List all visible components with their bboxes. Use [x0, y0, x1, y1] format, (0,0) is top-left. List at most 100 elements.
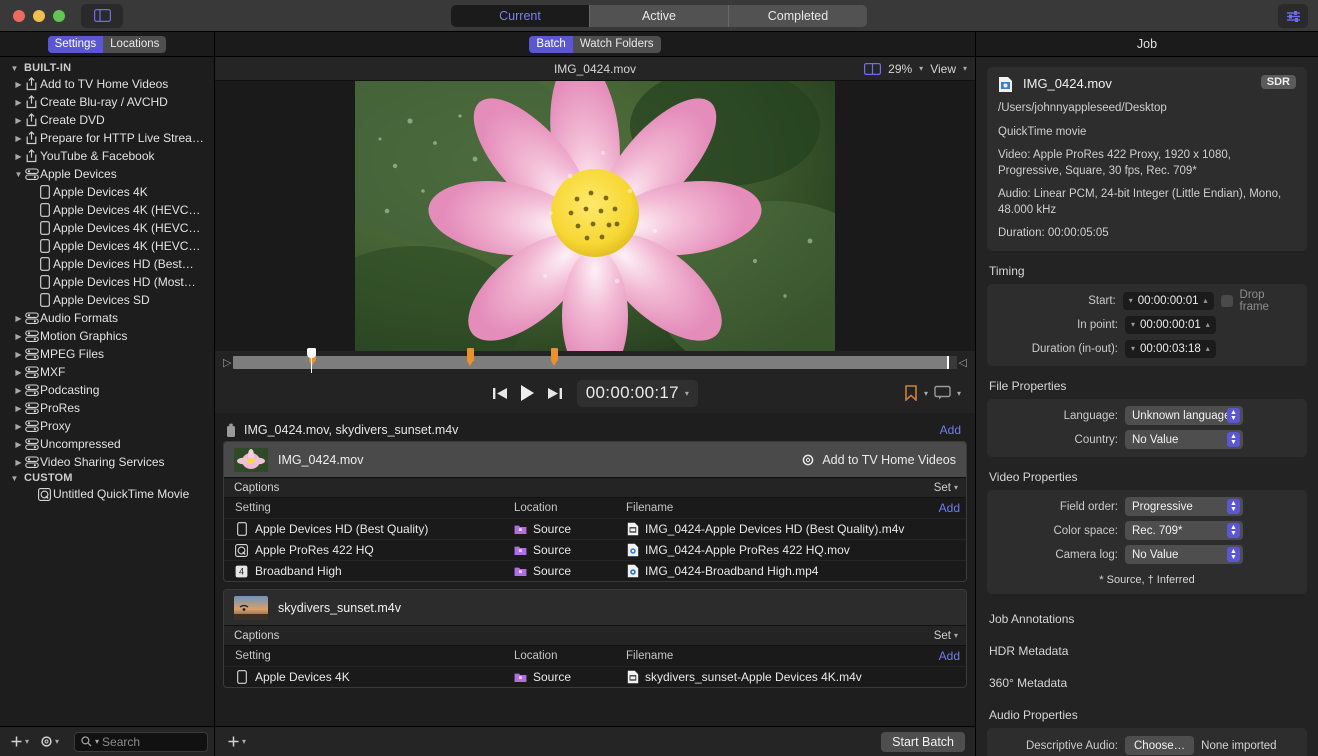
captions-row[interactable]: Captions Set ▾: [224, 625, 966, 646]
sidebar-item-mxf[interactable]: ▶ MXF: [0, 363, 214, 381]
tab-watch-folders[interactable]: Watch Folders: [573, 36, 661, 53]
tab-locations[interactable]: Locations: [103, 36, 166, 53]
job-card[interactable]: skydivers_sunset.m4v Captions Set ▾ Setting L…: [223, 589, 967, 688]
chevron-down-icon[interactable]: ▾: [1131, 320, 1135, 329]
disclosure-triangle-icon[interactable]: ▶: [14, 98, 23, 107]
stepper-arrows-icon[interactable]: ▲ ▼: [1227, 547, 1240, 563]
range-end-handle[interactable]: ◁: [959, 356, 967, 369]
preview-stage[interactable]: [215, 81, 975, 351]
play-icon[interactable]: [519, 384, 536, 402]
scrubber-row[interactable]: ▷ ◁: [215, 347, 975, 375]
view-menu-button[interactable]: View: [930, 62, 956, 76]
output-row[interactable]: Apple Devices 4K Source skydivers_sunset-A…: [224, 666, 966, 687]
job-header[interactable]: skydivers_sunset.m4v: [224, 590, 966, 625]
output-row[interactable]: 4 Broadband High Source IMG_0424-Broadband …: [224, 560, 966, 581]
start-stepper[interactable]: ▾ 00:00:00:01 ▴: [1122, 291, 1214, 310]
sidebar-item-untitled-quicktime-movie[interactable]: Untitled QuickTime Movie: [0, 485, 214, 503]
sidebar-item-video-sharing-services[interactable]: ▶ Video Sharing Services: [0, 453, 214, 471]
sidebar-tabs[interactable]: Settings Locations: [47, 35, 167, 53]
disclosure-triangle-icon[interactable]: ▶: [14, 152, 23, 161]
sidebar-item-apple-devices-hd-best[interactable]: Apple Devices HD (Best…: [0, 255, 214, 273]
stepper-arrows-icon[interactable]: ▲ ▼: [1227, 432, 1240, 448]
sidebar-item-apple-devices-4k-hevc[interactable]: Apple Devices 4K (HEVC…: [0, 201, 214, 219]
timeline-marker[interactable]: [467, 347, 475, 366]
disclosure-triangle-icon[interactable]: ▶: [14, 134, 23, 143]
disclosure-triangle-icon[interactable]: ▶: [14, 386, 23, 395]
stepper-arrows-icon[interactable]: ▲ ▼: [1227, 523, 1240, 539]
chevron-up-icon[interactable]: ▴: [1206, 320, 1210, 329]
field-order-popup[interactable]: Progressive ▲ ▼: [1125, 497, 1243, 517]
captions-set-button[interactable]: Set ▾: [934, 630, 958, 642]
settings-tree[interactable]: ▼ BUILT-IN ▶ Add to TV Home Videos ▶ Create B…: [0, 57, 214, 726]
sidebar-item-apple-devices-4k-hevc[interactable]: Apple Devices 4K (HEVC…: [0, 219, 214, 237]
sidebar-item-proxy[interactable]: ▶ Proxy: [0, 417, 214, 435]
add-output-link[interactable]: Add: [939, 649, 960, 663]
action-gear-button[interactable]: ▾: [36, 735, 63, 748]
disclosure-triangle-icon[interactable]: ▶: [14, 422, 23, 431]
close-button[interactable]: [13, 9, 25, 22]
country-popup[interactable]: No Value ▲ ▼: [1125, 430, 1243, 450]
disclosure-triangle-icon[interactable]: ▶: [14, 314, 23, 323]
job-card[interactable]: IMG_0424.mov Add to TV Home Videos Caption…: [223, 441, 967, 582]
tab-batch[interactable]: Batch: [529, 35, 573, 53]
disclosure-triangle-icon[interactable]: ▶: [14, 80, 23, 89]
disclosure-triangle-icon[interactable]: ▶: [14, 350, 23, 359]
split-view-icon[interactable]: [864, 62, 882, 75]
disclosure-triangle-icon[interactable]: ▼: [14, 170, 23, 179]
timecode-display[interactable]: 00:00:00:17 ▾: [576, 379, 699, 407]
in-point-stepper[interactable]: ▾ 00:00:00:01 ▴: [1125, 315, 1216, 334]
add-job-link[interactable]: Add: [940, 423, 961, 437]
stepper-arrows-icon[interactable]: ▲ ▼: [1227, 499, 1240, 515]
job-annotations-title[interactable]: Job Annotations: [989, 612, 1307, 626]
sliders-icon[interactable]: [1278, 4, 1308, 28]
marker-icon[interactable]: [904, 385, 918, 401]
sidebar-item-prepare-for-http-live-strea[interactable]: ▶ Prepare for HTTP Live Strea…: [0, 129, 214, 147]
disclosure-triangle-icon[interactable]: ▶: [14, 404, 23, 413]
inspector-content[interactable]: IMG_0424.mov SDR /Users/johnnyappleseed/…: [976, 57, 1318, 756]
caption-balloon-icon[interactable]: [934, 385, 951, 401]
sidebar-group-built-in[interactable]: ▼ BUILT-IN: [0, 61, 214, 75]
sidebar-item-create-blu-ray-avchd[interactable]: ▶ Create Blu-ray / AVCHD: [0, 93, 214, 111]
range-start-handle[interactable]: ▷: [223, 356, 231, 369]
sidebar-item-audio-formats[interactable]: ▶ Audio Formats: [0, 309, 214, 327]
gear-icon[interactable]: [801, 453, 815, 467]
disclosure-triangle-icon[interactable]: ▼: [10, 474, 19, 483]
sidebar-item-youtube-facebook[interactable]: ▶ YouTube & Facebook: [0, 147, 214, 165]
sidebar-item-apple-devices-hd-most[interactable]: Apple Devices HD (Most…: [0, 273, 214, 291]
disclosure-triangle-icon[interactable]: ▶: [14, 368, 23, 377]
chevron-down-icon[interactable]: ▾: [957, 389, 961, 398]
sidebar-item-apple-devices-sd[interactable]: Apple Devices SD: [0, 291, 214, 309]
sidebar-toggle-icon[interactable]: [81, 3, 123, 28]
duration-stepper[interactable]: ▾ 00:00:03:18 ▴: [1125, 339, 1216, 358]
sidebar-item-podcasting[interactable]: ▶ Podcasting: [0, 381, 214, 399]
chevron-down-icon[interactable]: ▾: [685, 389, 689, 398]
tab-completed[interactable]: Completed: [729, 5, 867, 27]
job-preset[interactable]: Add to TV Home Videos: [801, 453, 956, 467]
skip-to-end-icon[interactable]: [546, 386, 563, 401]
start-batch-button[interactable]: Start Batch: [881, 731, 965, 752]
disclosure-triangle-icon[interactable]: ▶: [14, 116, 23, 125]
color-space-popup[interactable]: Rec. 709* ▲ ▼: [1125, 521, 1243, 541]
hdr-metadata-title[interactable]: HDR Metadata: [989, 644, 1307, 658]
sidebar-item-prores[interactable]: ▶ ProRes: [0, 399, 214, 417]
sidebar-group-custom[interactable]: ▼ CUSTOM: [0, 471, 214, 485]
sidebar-item-uncompressed[interactable]: ▶ Uncompressed: [0, 435, 214, 453]
zoom-level[interactable]: 29%: [888, 62, 912, 76]
sidebar-item-add-to-tv-home-videos[interactable]: ▶ Add to TV Home Videos: [0, 75, 214, 93]
drop-frame-checkbox[interactable]: [1220, 294, 1233, 307]
chevron-down-icon[interactable]: ▾: [924, 389, 928, 398]
output-row[interactable]: Apple Devices HD (Best Quality) Source IMG…: [224, 518, 966, 539]
tab-current[interactable]: Current: [451, 4, 590, 27]
disclosure-triangle-icon[interactable]: ▼: [10, 64, 19, 73]
sidebar-item-create-dvd[interactable]: ▶ Create DVD: [0, 111, 214, 129]
camera-log-popup[interactable]: No Value ▲ ▼: [1125, 545, 1243, 565]
captions-set-button[interactable]: Set ▾: [934, 482, 958, 494]
tab-settings[interactable]: Settings: [47, 35, 104, 53]
sidebar-item-apple-devices-4k[interactable]: Apple Devices 4K: [0, 183, 214, 201]
zoom-button[interactable]: [53, 9, 65, 22]
stepper-arrows-icon[interactable]: ▲ ▼: [1227, 408, 1240, 424]
sidebar-item-mpeg-files[interactable]: ▶ MPEG Files: [0, 345, 214, 363]
minimize-button[interactable]: [33, 9, 45, 22]
sidebar-item-apple-devices[interactable]: ▼ Apple Devices: [0, 165, 214, 183]
skip-to-start-icon[interactable]: [492, 386, 509, 401]
